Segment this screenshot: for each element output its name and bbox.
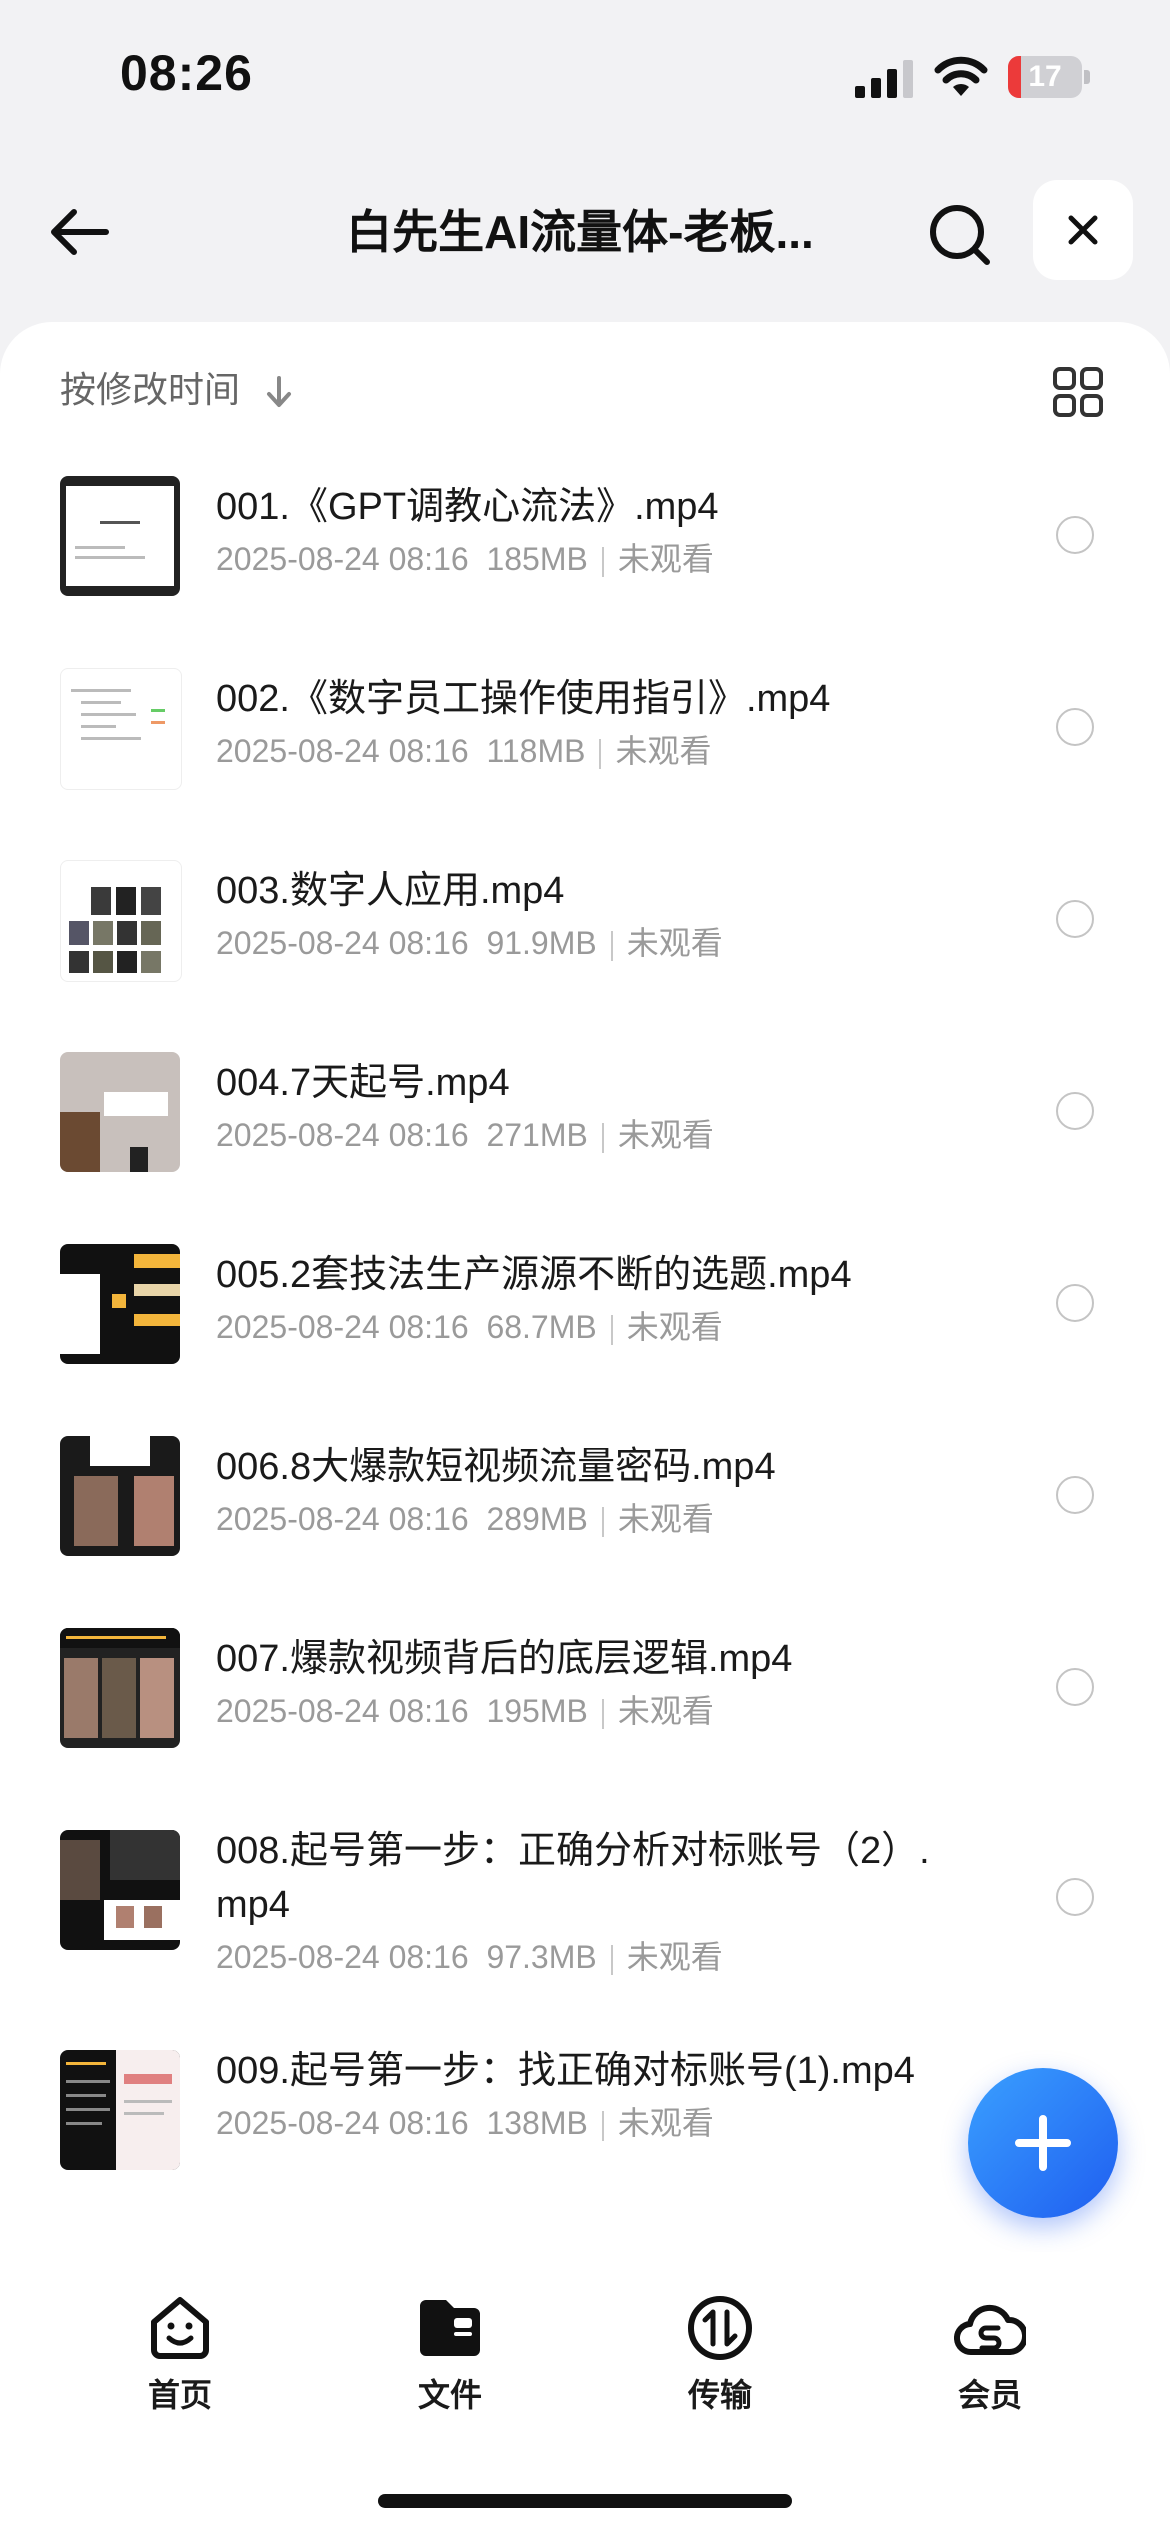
select-radio[interactable] — [1056, 1878, 1094, 1916]
tab-transfer[interactable]: 传输 — [620, 2292, 820, 2432]
file-meta: 2025-08-24 08:16 91.9MB 未观看 — [216, 925, 723, 961]
status-bar: 08:26 17 — [0, 0, 1170, 150]
file-row[interactable]: 006.8大爆款短视频流量密码.mp4 2025-08-24 08:16 289… — [0, 1412, 1170, 1604]
file-row[interactable]: 002.《数字员工操作使用指引》.mp4 2025-08-24 08:16 11… — [0, 644, 1170, 836]
cellular-signal-icon — [855, 60, 913, 98]
file-meta: 2025-08-24 08:16 138MB 未观看 — [216, 2105, 714, 2141]
home-face-icon — [151, 2297, 209, 2359]
battery-indicator: 17 — [1008, 56, 1090, 98]
video-thumbnail — [60, 1052, 180, 1172]
back-arrow-icon[interactable] — [44, 202, 114, 262]
file-row[interactable]: 005.2套技法生产源源不断的选题.mp4 2025-08-24 08:16 6… — [0, 1220, 1170, 1412]
tab-transfer-label: 传输 — [687, 2377, 752, 2413]
status-time: 08:26 — [120, 45, 253, 101]
file-name: 008.起号第一步：正确分析对标账号（2）.mp4 — [216, 1830, 930, 1926]
select-radio[interactable] — [1056, 1092, 1094, 1130]
video-thumbnail — [60, 668, 182, 790]
file-meta: 2025-08-24 08:16 289MB 未观看 — [216, 1501, 714, 1537]
video-thumbnail — [60, 860, 182, 982]
home-indicator[interactable] — [378, 2494, 792, 2508]
video-thumbnail — [60, 1244, 180, 1364]
video-thumbnail — [60, 1436, 180, 1556]
file-meta: 2025-08-24 08:16 118MB 未观看 — [216, 733, 712, 769]
cloud-member-icon — [954, 2304, 1026, 2356]
tab-member-label: 会员 — [957, 2377, 1022, 2413]
wifi-icon — [934, 56, 988, 96]
video-thumbnail — [60, 476, 180, 596]
file-list: 001.《GPT调教心流法》.mp4 2025-08-24 08:16 185M… — [0, 452, 1170, 2236]
video-thumbnail — [60, 2050, 180, 2170]
grid-view-icon[interactable] — [1052, 366, 1104, 418]
file-name: 002.《数字员工操作使用指引》.mp4 — [216, 678, 831, 720]
search-icon[interactable] — [925, 200, 995, 270]
plus-icon — [1015, 2115, 1071, 2171]
add-button[interactable] — [968, 2068, 1118, 2218]
file-meta: 2025-08-24 08:16 195MB 未观看 — [216, 1693, 714, 1729]
file-panel: 按修改时间 001.《GPT调教心流法》.mp4 2025-08-24 08:1… — [0, 322, 1170, 2252]
file-name: 003.数字人应用.mp4 — [216, 870, 565, 912]
battery-percent: 17 — [1028, 60, 1062, 93]
bottom-tab-bar: 首页 文件 传输 会员 — [0, 2252, 1170, 2532]
video-thumbnail — [60, 1830, 180, 1950]
tab-files-label: 文件 — [417, 2377, 482, 2413]
file-row[interactable]: 007.爆款视频背后的底层逻辑.mp4 2025-08-24 08:16 195… — [0, 1604, 1170, 1796]
folder-icon — [420, 2300, 480, 2356]
tab-home[interactable]: 首页 — [80, 2292, 280, 2432]
select-radio[interactable] — [1056, 1476, 1094, 1514]
close-button[interactable] — [1033, 180, 1133, 280]
select-radio[interactable] — [1056, 708, 1094, 746]
transfer-icon — [688, 2296, 752, 2360]
file-name: 006.8大爆款短视频流量密码.mp4 — [216, 1446, 776, 1488]
page-title: 白先生AI流量体-老板... — [346, 206, 814, 258]
select-radio[interactable] — [1056, 1668, 1094, 1706]
sort-selector[interactable]: 按修改时间 — [60, 362, 294, 418]
sort-label: 按修改时间 — [60, 369, 241, 410]
tab-files[interactable]: 文件 — [350, 2292, 550, 2432]
video-thumbnail — [60, 1628, 180, 1748]
file-meta: 2025-08-24 08:16 185MB 未观看 — [216, 541, 714, 577]
file-row[interactable]: 003.数字人应用.mp4 2025-08-24 08:16 91.9MB 未观看 — [0, 836, 1170, 1028]
close-icon — [1068, 215, 1098, 245]
file-meta: 2025-08-24 08:16 271MB 未观看 — [216, 1117, 714, 1153]
file-meta: 2025-08-24 08:16 97.3MB 未观看 — [216, 1939, 723, 1975]
sort-down-arrow-icon — [267, 376, 292, 408]
select-radio[interactable] — [1056, 1284, 1094, 1322]
file-name: 005.2套技法生产源源不断的选题.mp4 — [216, 1254, 852, 1296]
file-name: 004.7天起号.mp4 — [216, 1062, 510, 1104]
file-name: 001.《GPT调教心流法》.mp4 — [216, 486, 719, 528]
file-row[interactable]: 001.《GPT调教心流法》.mp4 2025-08-24 08:16 185M… — [0, 452, 1170, 644]
file-name: 009.起号第一步：找正确对标账号(1).mp4 — [216, 2050, 915, 2092]
select-radio[interactable] — [1056, 900, 1094, 938]
file-name: 007.爆款视频背后的底层逻辑.mp4 — [216, 1638, 793, 1680]
file-row[interactable]: 008.起号第一步：正确分析对标账号（2）.mp4 2025-08-24 08:… — [0, 1796, 1170, 2016]
select-radio[interactable] — [1056, 516, 1094, 554]
file-meta: 2025-08-24 08:16 68.7MB 未观看 — [216, 1309, 723, 1345]
tab-member[interactable]: 会员 — [890, 2292, 1090, 2432]
header: 白先生AI流量体-老板... — [0, 170, 1170, 290]
file-row[interactable]: 004.7天起号.mp4 2025-08-24 08:16 271MB 未观看 — [0, 1028, 1170, 1220]
tab-home-label: 首页 — [147, 2377, 212, 2413]
